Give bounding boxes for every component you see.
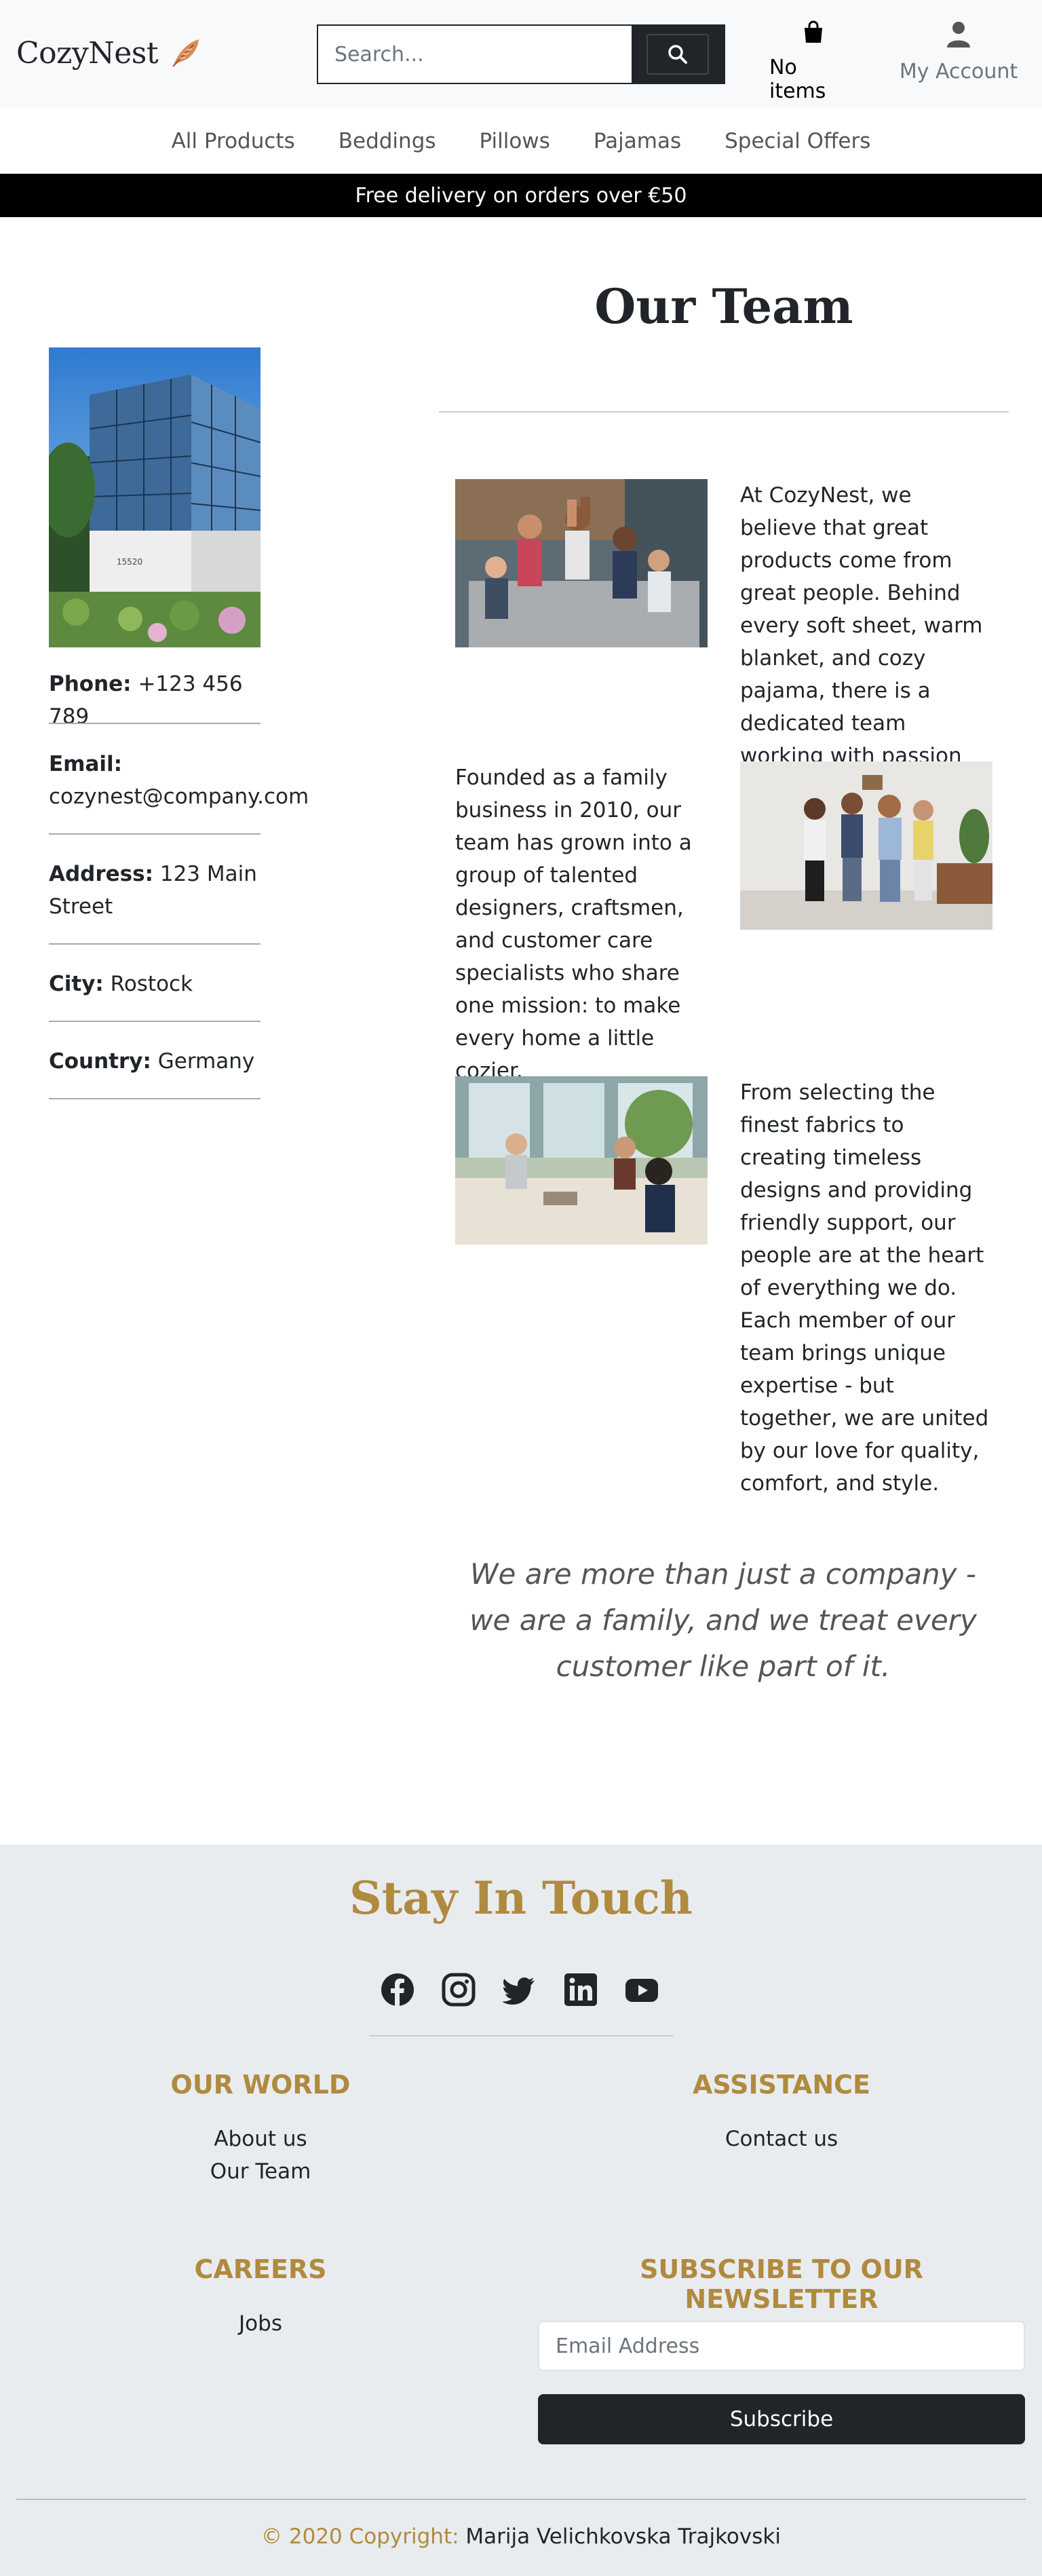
team-paragraph-2: Founded as a family business in 2010, ou… — [455, 765, 692, 1083]
team-high-five-image — [455, 479, 708, 647]
nav-item-pajamas[interactable]: Pajamas — [594, 129, 681, 153]
nav-item-all-products[interactable]: All Products — [172, 129, 295, 153]
search-icon — [647, 34, 709, 75]
copyright-author-link[interactable]: Marija Velichkovska Trajkovski — [465, 2524, 781, 2549]
contact-address: Address: 123 Main Street — [49, 858, 260, 923]
divider — [49, 1021, 260, 1022]
our-world-heading: Our World — [170, 2070, 351, 2100]
footer-link-jobs[interactable]: Jobs — [23, 2311, 498, 2336]
team-paragraph-3: From selecting the finest fabrics to cre… — [740, 1080, 989, 1496]
shopping-bag-icon — [803, 20, 824, 49]
search-button[interactable] — [632, 26, 724, 83]
footer-link-our-team[interactable]: Our Team — [23, 2159, 498, 2184]
instagram-icon[interactable] — [441, 1972, 476, 2007]
contact-label: City: — [49, 972, 104, 996]
divider — [49, 833, 260, 835]
footer-link-about-us[interactable]: About us — [23, 2127, 498, 2151]
team-meeting-image — [455, 1076, 708, 1245]
linkedin-icon[interactable] — [563, 1972, 598, 2007]
site-footer — [0, 1844, 1042, 2576]
social-links — [380, 1972, 659, 2007]
cart-button[interactable]: No items — [769, 20, 857, 103]
footer-link-contact-us[interactable]: Contact us — [544, 2127, 1019, 2151]
contact-label: Country: — [49, 1049, 151, 1074]
divider — [439, 411, 1009, 413]
logo-text: CozyNest — [16, 35, 159, 71]
account-label: My Account — [899, 60, 1018, 83]
contact-value[interactable]: cozynest@company.com — [49, 784, 309, 809]
svg-text:15520: 15520 — [117, 557, 142, 567]
divider — [369, 2035, 673, 2037]
nav-item-beddings[interactable]: Beddings — [339, 129, 436, 153]
account-button[interactable]: My Account — [894, 20, 1023, 83]
search-bar — [317, 24, 725, 84]
assistance-heading: Assistance — [693, 2070, 870, 2100]
contact-email: Email: cozynest@company.com — [49, 748, 309, 813]
team-paragraph-1: At CozyNest, we believe that great produ… — [740, 483, 983, 801]
contact-value: Rostock — [110, 972, 193, 996]
newsletter-email-input[interactable] — [538, 2321, 1025, 2371]
user-icon — [945, 20, 972, 53]
divider — [49, 1098, 260, 1099]
copyright: © 2020 Copyright: Marija Velichkovska Tr… — [0, 2524, 1042, 2549]
contact-label: Email: — [49, 752, 123, 776]
newsletter-heading: Subscribe to our newsletter — [640, 2254, 923, 2314]
youtube-icon[interactable] — [624, 1972, 659, 2007]
subscribe-button[interactable]: Subscribe — [538, 2394, 1025, 2444]
contact-city: City: Rostock — [49, 968, 260, 1000]
contact-value: Germany — [157, 1049, 255, 1074]
page-title: Our Team — [594, 278, 853, 335]
footer-title: Stay In Touch — [349, 1872, 693, 1925]
cart-label: No items — [769, 56, 826, 103]
team-group-portrait-image — [740, 761, 992, 930]
logo[interactable]: CozyNest — [16, 35, 203, 71]
search-input[interactable] — [318, 26, 632, 83]
twitter-icon[interactable] — [502, 1972, 537, 2007]
contact-label: Address: — [49, 862, 153, 886]
copyright-prefix: © 2020 Copyright: — [261, 2524, 459, 2549]
divider — [16, 2499, 1026, 2500]
nav-item-pillows[interactable]: Pillows — [480, 129, 550, 153]
office-building-image: 15520 — [49, 347, 260, 647]
nav-item-special-offers[interactable]: Special Offers — [725, 129, 870, 153]
contact-label: Phone: — [49, 672, 132, 696]
feather-icon — [168, 35, 203, 71]
contact-country: Country: Germany — [49, 1045, 260, 1078]
team-quote: We are more than just a company - we are… — [469, 1557, 977, 1683]
facebook-icon[interactable] — [380, 1972, 415, 2007]
promo-banner-text: Free delivery on orders over €50 — [355, 183, 687, 208]
site-header: CozyNest No items — [0, 0, 1042, 109]
divider — [49, 723, 260, 724]
promo-banner: Free delivery on orders over €50 — [0, 174, 1042, 217]
main-nav: All Products Beddings Pillows Pajamas Sp… — [0, 109, 1042, 174]
divider — [49, 943, 260, 945]
careers-heading: Careers — [194, 2254, 327, 2284]
